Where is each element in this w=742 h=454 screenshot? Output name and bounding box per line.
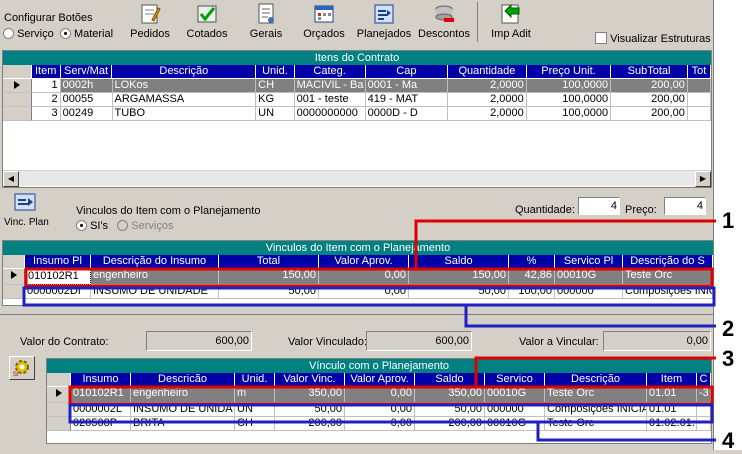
callout-4-leader — [536, 422, 716, 442]
callout-4-box — [68, 403, 714, 424]
callout-2-number: 2 — [722, 316, 735, 341]
callout-1-box — [24, 267, 714, 288]
callout-3-box — [68, 385, 714, 406]
annotation-overlay — [22, 219, 716, 442]
callout-3-number: 3 — [722, 346, 735, 371]
callout-1-number: 1 — [722, 208, 735, 233]
callout-4-number: 4 — [722, 428, 735, 453]
callout-1-leader — [414, 219, 716, 269]
callout-2-box — [22, 286, 716, 307]
callout-3-leader — [474, 356, 716, 387]
callout-2-leader — [464, 305, 716, 328]
